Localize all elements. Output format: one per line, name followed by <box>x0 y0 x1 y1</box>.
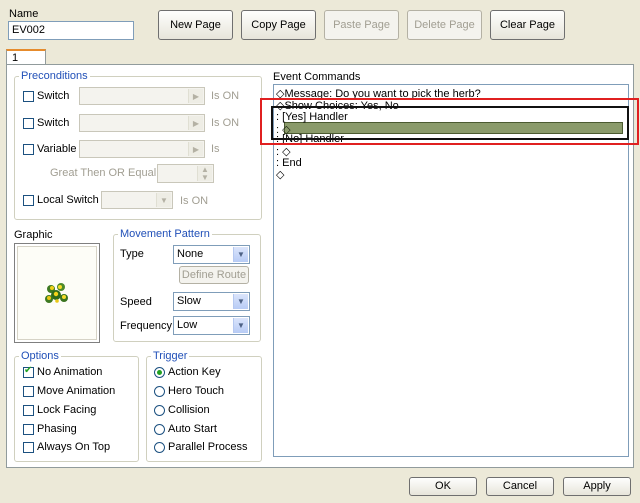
hero-touch-label: Hero Touch <box>168 385 225 397</box>
type-select[interactable]: None ▼ <box>173 245 250 264</box>
compare-stepper[interactable]: ▲ ▼ <box>157 164 214 183</box>
new-page-button[interactable]: New Page <box>158 10 233 40</box>
paste-page-button[interactable]: Paste Page <box>324 10 399 40</box>
auto-start-label: Auto Start <box>168 423 217 435</box>
parallel-process-label: Parallel Process <box>168 441 248 453</box>
no-animation-checkbox[interactable] <box>23 365 34 378</box>
switch1-checkbox[interactable] <box>23 91 34 102</box>
delete-page-button[interactable]: Delete Page <box>407 10 482 40</box>
switch2-suffix: Is ON <box>211 117 240 129</box>
ok-button[interactable]: OK <box>409 477 477 496</box>
tab-page-1[interactable]: 1 <box>6 49 46 65</box>
collision-radio[interactable] <box>154 405 165 416</box>
no-animation-label: No Animation <box>37 366 103 378</box>
graphic-title: Graphic <box>14 229 53 241</box>
chevron-down-icon: ▼ <box>233 294 248 309</box>
local-switch-checkbox[interactable] <box>23 195 34 206</box>
lock-facing-label: Lock Facing <box>37 404 97 416</box>
frequency-value: Low <box>177 319 198 331</box>
chevron-down-icon: ▼ <box>233 318 248 333</box>
lock-facing-checkbox[interactable] <box>23 405 34 416</box>
parallel-process-radio[interactable] <box>154 442 165 453</box>
hero-touch-radio[interactable] <box>154 386 165 397</box>
highlight-box-black <box>271 106 629 140</box>
chevron-right-icon: ▶ <box>188 142 203 156</box>
preconditions-title: Preconditions <box>19 70 90 82</box>
chevron-right-icon: ▶ <box>188 89 203 103</box>
switch2-select[interactable]: ▶ <box>79 114 205 132</box>
type-label: Type <box>120 248 144 260</box>
graphic-preview[interactable] <box>14 243 100 343</box>
always-on-top-label: Always On Top <box>37 441 111 453</box>
local-switch-suffix: Is ON <box>180 195 209 207</box>
frequency-select[interactable]: Low ▼ <box>173 316 250 335</box>
variable-label: Variable <box>37 143 77 155</box>
compare-label: Great Then OR Equal To <box>50 167 171 179</box>
type-value: None <box>177 248 204 260</box>
phasing-checkbox[interactable] <box>23 424 34 435</box>
cancel-button[interactable]: Cancel <box>486 477 554 496</box>
stepper-arrows-icon[interactable]: ▲ ▼ <box>197 166 212 182</box>
name-label: Name <box>9 8 39 20</box>
speed-select[interactable]: Slow ▼ <box>173 292 250 311</box>
name-input[interactable]: EV002 <box>8 21 134 40</box>
variable-select[interactable]: ▶ <box>79 140 205 158</box>
tab-label: 1 <box>12 52 19 64</box>
event-commands-title: Event Commands <box>273 71 361 83</box>
speed-label: Speed <box>120 296 152 308</box>
define-route-button[interactable]: Define Route <box>179 266 249 284</box>
move-animation-checkbox[interactable] <box>23 386 34 397</box>
apply-button[interactable]: Apply <box>563 477 631 496</box>
always-on-top-checkbox[interactable] <box>23 442 34 453</box>
collision-label: Collision <box>168 404 210 416</box>
switch1-select[interactable]: ▶ <box>79 87 205 105</box>
movement-title: Movement Pattern <box>118 228 212 240</box>
auto-start-radio[interactable] <box>154 424 165 435</box>
chevron-right-icon: ▶ <box>188 116 203 130</box>
copy-page-button[interactable]: Copy Page <box>241 10 316 40</box>
variable-suffix: Is <box>211 143 220 155</box>
move-animation-label: Move Animation <box>37 385 116 397</box>
switch1-label: Switch <box>37 90 70 102</box>
frequency-label: Frequency <box>120 320 172 332</box>
variable-checkbox[interactable] <box>23 144 34 155</box>
switch2-label: Switch <box>37 117 70 129</box>
herb-sprite-icon <box>45 283 68 303</box>
phasing-label: Phasing <box>37 423 77 435</box>
action-key-label: Action Key <box>168 366 221 378</box>
action-key-radio[interactable] <box>154 367 165 378</box>
chevron-down-icon: ▼ <box>156 193 171 207</box>
command-line[interactable]: ◇ <box>276 168 284 181</box>
local-switch-select[interactable]: ▼ <box>101 191 173 209</box>
switch2-checkbox[interactable] <box>23 118 34 129</box>
switch1-suffix: Is ON <box>211 90 240 102</box>
chevron-down-icon: ▼ <box>233 247 248 262</box>
clear-page-button[interactable]: Clear Page <box>490 10 565 40</box>
speed-value: Slow <box>177 295 201 307</box>
trigger-title: Trigger <box>151 350 190 362</box>
options-title: Options <box>19 350 61 362</box>
local-switch-label: Local Switch <box>37 194 99 206</box>
